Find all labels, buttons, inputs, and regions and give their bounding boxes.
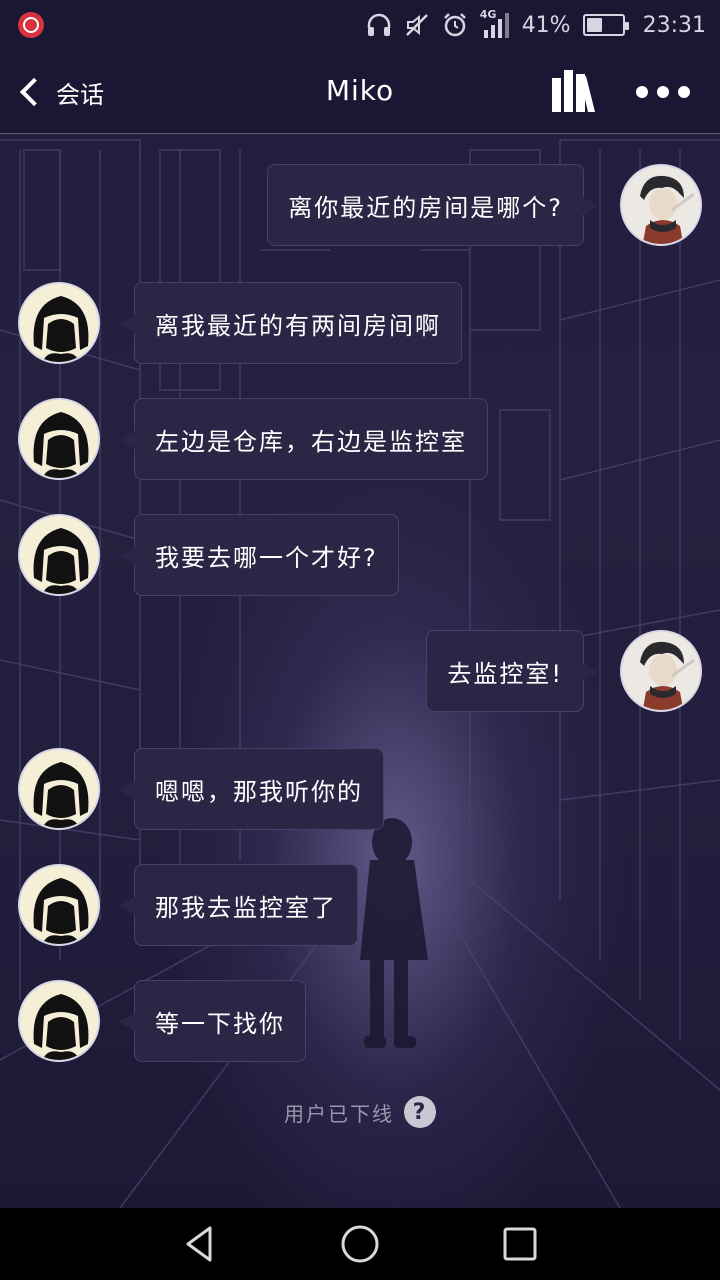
- chevron-left-icon: [19, 77, 49, 107]
- back-button[interactable]: 会话: [16, 70, 104, 114]
- miko-avatar-icon: [20, 866, 98, 944]
- back-label: 会话: [56, 80, 104, 109]
- alarm-icon: [443, 13, 466, 37]
- clock: 23:31: [642, 12, 706, 38]
- more-button[interactable]: [636, 78, 692, 106]
- miko-avatar-icon: [20, 284, 98, 362]
- avatar[interactable]: [18, 398, 100, 480]
- system-nav-bar: [0, 1208, 720, 1280]
- help-icon[interactable]: ?: [404, 1096, 436, 1128]
- books-icon: [552, 70, 595, 112]
- books-button[interactable]: [550, 68, 598, 116]
- battery-fill: [586, 18, 602, 32]
- page-title: Miko: [325, 74, 395, 107]
- message-list[interactable]: 离你最近的房间是哪个? 离我最近的有两间房间啊 左边是仓库，右边是监控室 我要去…: [0, 134, 720, 1208]
- message-bubble[interactable]: 左边是仓库，右边是监控室: [119, 398, 488, 480]
- message-row: 离你最近的房间是哪个?: [0, 164, 720, 250]
- user-avatar-icon: [622, 166, 700, 244]
- nav-recents-button[interactable]: [496, 1220, 544, 1268]
- status-bar: 4G 41% 23:31: [0, 0, 720, 50]
- more-icon-dot: [678, 86, 690, 98]
- message-row: 我要去哪一个才好?: [0, 514, 720, 600]
- chat-header: 会话 Miko: [0, 50, 720, 134]
- nav-back-button[interactable]: [176, 1220, 224, 1268]
- battery-percent: 41%: [521, 12, 571, 38]
- message-row: 去监控室!: [0, 630, 720, 716]
- avatar[interactable]: [620, 164, 702, 246]
- avatar[interactable]: [18, 980, 100, 1062]
- miko-avatar-icon: [20, 516, 98, 594]
- message-bubble[interactable]: 离你最近的房间是哪个?: [267, 164, 599, 246]
- message-bubble[interactable]: 嗯嗯，那我听你的: [119, 748, 384, 830]
- back-triangle-icon: [186, 1226, 212, 1262]
- more-icon-dot: [657, 86, 669, 98]
- message-bubble[interactable]: 那我去监控室了: [119, 864, 358, 946]
- app-notification-icon: [18, 12, 44, 38]
- message-row: 左边是仓库，右边是监控室: [0, 398, 720, 484]
- miko-avatar-icon: [20, 982, 98, 1060]
- offline-status-text: 用户已下线: [284, 1101, 394, 1126]
- more-icon: [636, 86, 648, 98]
- avatar[interactable]: [18, 514, 100, 596]
- message-row: 那我去监控室了: [0, 864, 720, 950]
- miko-avatar-icon: [20, 400, 98, 478]
- message-row: 离我最近的有两间房间啊: [0, 282, 720, 368]
- message-row: 嗯嗯，那我听你的: [0, 748, 720, 834]
- avatar[interactable]: [18, 282, 100, 364]
- miko-avatar-icon: [20, 750, 98, 828]
- battery-icon: [582, 14, 629, 36]
- recents-square-icon: [503, 1227, 537, 1261]
- home-circle-icon: [341, 1225, 379, 1263]
- avatar[interactable]: [18, 748, 100, 830]
- signal-icon: 4G: [480, 8, 510, 40]
- offline-status: 用户已下线 ?: [0, 1096, 720, 1128]
- message-bubble[interactable]: 我要去哪一个才好?: [119, 514, 399, 596]
- avatar[interactable]: [18, 864, 100, 946]
- user-avatar-icon: [622, 632, 700, 710]
- avatar[interactable]: [620, 630, 702, 712]
- message-bubble[interactable]: 去监控室!: [426, 630, 599, 712]
- headphones-icon: [367, 13, 390, 36]
- nav-home-button[interactable]: [336, 1220, 384, 1268]
- mute-icon: [405, 14, 428, 36]
- message-bubble[interactable]: 等一下找你: [119, 980, 306, 1062]
- message-row: 等一下找你: [0, 980, 720, 1066]
- message-bubble[interactable]: 离我最近的有两间房间啊: [119, 282, 462, 364]
